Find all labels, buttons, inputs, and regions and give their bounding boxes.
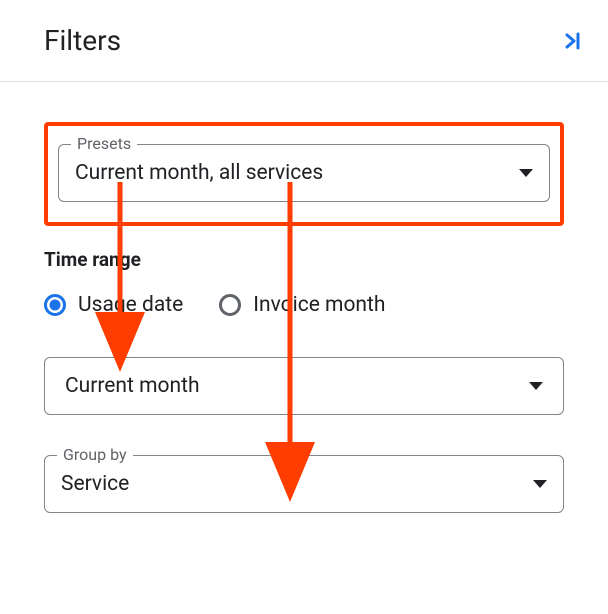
presets-label: Presets: [71, 134, 137, 153]
radio-selected-icon: [44, 294, 66, 316]
chevron-down-icon: [519, 169, 533, 177]
filters-content: Presets Current month, all services Time…: [0, 82, 608, 513]
group-by-dropdown[interactable]: Group by Service: [44, 455, 564, 513]
chevron-down-icon: [529, 382, 543, 390]
time-range-value: Current month: [65, 374, 529, 398]
page-title: Filters: [44, 24, 121, 57]
presets-highlight-annotation: Presets Current month, all services: [44, 122, 564, 226]
chevron-down-icon: [533, 480, 547, 488]
filters-header: Filters: [0, 0, 608, 81]
radio-invoice-month-label: Invoice month: [253, 293, 385, 317]
collapse-icon: [560, 29, 584, 53]
radio-usage-date-label: Usage date: [78, 293, 183, 317]
presets-value: Current month, all services: [75, 161, 519, 185]
radio-usage-date[interactable]: Usage date: [44, 293, 183, 317]
time-range-dropdown[interactable]: Current month: [44, 357, 564, 415]
presets-dropdown[interactable]: Presets Current month, all services: [58, 144, 550, 202]
time-range-radio-group: Usage date Invoice month: [44, 293, 564, 317]
radio-unselected-icon: [219, 294, 241, 316]
collapse-panel-button[interactable]: [560, 29, 584, 53]
time-range-label: Time range: [44, 248, 564, 271]
radio-invoice-month[interactable]: Invoice month: [219, 293, 385, 317]
group-by-value: Service: [61, 472, 533, 496]
group-by-label: Group by: [57, 445, 133, 464]
